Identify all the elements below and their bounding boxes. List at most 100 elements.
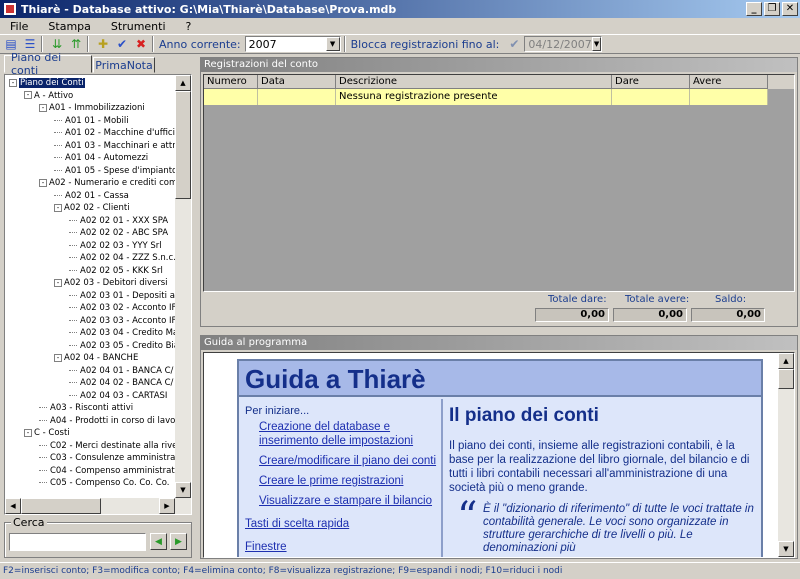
hscroll-thumb[interactable] [21, 498, 101, 514]
tree-node[interactable]: -C - Costi [5, 427, 175, 440]
chevron-down-icon[interactable]: ▼ [325, 37, 340, 51]
tree-node-label: A02 02 - Clienti [64, 203, 130, 213]
tree-node[interactable]: A02 02 03 - YYY Srl [5, 240, 175, 253]
tree-node[interactable]: -A - Attivo [5, 90, 175, 103]
app-icon[interactable] [3, 2, 17, 16]
add-icon[interactable]: ✚ [95, 36, 111, 52]
scroll-down-icon[interactable]: ▼ [778, 541, 794, 557]
link-creazione-database[interactable]: Creazione del database e inserimento del… [259, 420, 441, 448]
article-quote: “ È il "dizionario di riferimento" di tu… [449, 497, 759, 555]
restore-button[interactable]: ❐ [764, 2, 780, 16]
tree-node[interactable]: A04 - Prodotti in corso di lavora [5, 415, 175, 428]
close-button[interactable]: ✕ [782, 2, 798, 16]
collapse-icon[interactable]: - [54, 278, 62, 287]
tab-piano-dei-conti[interactable]: Piano dei conti [4, 51, 92, 77]
tree-node[interactable]: A01 02 - Macchine d'ufficio [5, 127, 175, 140]
tree-node[interactable]: - A01 - Immobilizzazioni [5, 102, 175, 115]
collapse-icon[interactable]: - [54, 353, 62, 362]
tree-node-label: A02 04 - BANCHE [64, 353, 139, 363]
guida-content[interactable]: Guida a Thiarè Per iniziare... Creazione… [203, 352, 795, 558]
link-prime-registrazioni[interactable]: Creare le prime registrazioni [259, 474, 441, 488]
sort-up-icon[interactable]: ⇈ [68, 36, 84, 52]
tree-node[interactable]: C04 - Compenso amministratore [5, 465, 175, 478]
collapse-icon[interactable]: - [54, 203, 62, 212]
search-prev-button[interactable]: ◀ [150, 533, 167, 550]
tree-node[interactable]: A02 03 05 - Credito Bia [5, 340, 175, 353]
collapse-icon[interactable]: - [9, 78, 17, 87]
tree-node[interactable]: A02 02 01 - XXX SPA [5, 215, 175, 228]
menu-file[interactable]: File [0, 20, 38, 33]
table-row[interactable]: Nessuna registrazione presente [204, 89, 768, 105]
guida-scroll-thumb[interactable] [778, 369, 794, 389]
tree-node[interactable]: A02 02 04 - ZZZ S.n.c. [5, 252, 175, 265]
link-tasti-rapidi[interactable]: Tasti di scelta rapida [245, 517, 441, 531]
tree-node[interactable]: C03 - Consulenze amministrativ [5, 452, 175, 465]
chevron-down-icon[interactable]: ▼ [591, 37, 602, 51]
tree-node[interactable]: A02 02 05 - KKK Srl [5, 265, 175, 278]
scroll-thumb[interactable] [175, 91, 191, 199]
tree-node[interactable]: A02 03 01 - Depositi att [5, 290, 175, 303]
menu-stampa[interactable]: Stampa [38, 20, 100, 33]
scroll-left-icon[interactable]: ◀ [5, 498, 21, 514]
anno-select[interactable]: 2007 ▼ [244, 36, 341, 52]
tree-horizontal-scrollbar[interactable]: ◀ ▶ [5, 498, 175, 514]
collapse-icon[interactable]: - [24, 91, 32, 99]
tree-node[interactable]: A02 03 03 - Acconto IF [5, 315, 175, 328]
tree-line [54, 157, 62, 158]
cerca-group: Cerca ◀ ▶ [4, 516, 192, 558]
collapse-icon[interactable]: - [39, 178, 47, 187]
tree-node[interactable]: A01 01 - Mobili [5, 115, 175, 128]
col-data[interactable]: Data [258, 75, 336, 89]
scroll-up-icon[interactable]: ▲ [175, 75, 191, 91]
guida-scrollbar[interactable]: ▲ ▼ [778, 353, 794, 557]
tree-node[interactable]: A01 05 - Spese d'impianto [5, 165, 175, 178]
link-finestre[interactable]: Finestre [245, 540, 441, 554]
delete-icon[interactable]: ✖ [133, 36, 149, 52]
accounts-tree[interactable]: - Piano dei Conti - A - Attivo - A01 - Immobi… [4, 74, 192, 515]
collapse-icon[interactable]: - [39, 103, 47, 112]
tree-node[interactable]: - Piano dei Conti [5, 77, 175, 90]
scroll-up-icon[interactable]: ▲ [778, 353, 794, 369]
tree-node[interactable]: C05 - Compenso Co. Co. Co. [5, 477, 175, 490]
minimize-button[interactable]: _ [746, 2, 762, 16]
guida-article: Il piano dei conti Il piano dei conti, i… [449, 399, 759, 555]
link-piano-conti[interactable]: Creare/modificare il piano dei conti [259, 454, 441, 468]
menu-help[interactable]: ? [176, 20, 202, 33]
col-dare[interactable]: Dare [612, 75, 690, 89]
tree-node[interactable]: A02 03 02 - Acconto IF [5, 302, 175, 315]
scroll-right-icon[interactable]: ▶ [159, 498, 175, 514]
tree-node[interactable]: A02 01 - Cassa [5, 190, 175, 203]
tree-node[interactable]: - A02 03 - Debitori diversi [5, 277, 175, 290]
tree-node[interactable]: A02 04 01 - BANCA C/ [5, 365, 175, 378]
tree-node[interactable]: A01 03 - Macchinari e attre [5, 140, 175, 153]
tree-node[interactable]: A02 04 03 - CARTASI [5, 390, 175, 403]
col-descrizione[interactable]: Descrizione [336, 75, 612, 89]
tree-node[interactable]: A03 - Risconti attivi [5, 402, 175, 415]
tree-node[interactable]: - A02 04 - BANCHE [5, 352, 175, 365]
menu-strumenti[interactable]: Strumenti [101, 20, 176, 33]
col-avere[interactable]: Avere [690, 75, 768, 89]
tree-node[interactable]: A02 04 02 - BANCA C/ [5, 377, 175, 390]
cerca-input[interactable] [9, 533, 146, 551]
tree-node-label: C04 - Compenso amministratore [50, 465, 175, 476]
blocca-date-select[interactable]: 04/12/2007 ▼ [524, 36, 603, 52]
tree-node[interactable]: - A02 - Numerario e crediti comm [5, 177, 175, 190]
tree-node[interactable]: A02 03 04 - Credito Ma [5, 327, 175, 340]
link-bilancio[interactable]: Visualizzare e stampare il bilancio [259, 494, 441, 508]
tab-prima-nota[interactable]: PrimaNota [93, 57, 155, 73]
tree-node[interactable]: A01 04 - Automezzi [5, 152, 175, 165]
col-numero[interactable]: Numero [204, 75, 258, 89]
check-icon[interactable]: ✔ [114, 36, 130, 52]
tree-node[interactable]: A02 02 02 - ABC SPA [5, 227, 175, 240]
scroll-down-icon[interactable]: ▼ [175, 482, 191, 498]
tree-node[interactable]: C02 - Merci destinate alla riven [5, 440, 175, 453]
collapse-icon[interactable]: - [24, 428, 32, 437]
list-view-icon[interactable]: ☰ [22, 36, 38, 52]
tree-vertical-scrollbar[interactable]: ▲ ▼ [175, 75, 191, 514]
sort-down-icon[interactable]: ⇊ [49, 36, 65, 52]
tree-view-icon[interactable]: ▤ [3, 36, 19, 52]
tree-line [39, 407, 47, 408]
tree-node[interactable]: - A02 02 - Clienti [5, 202, 175, 215]
registrazioni-grid[interactable]: Numero Data Descrizione Dare Avere Nessu… [203, 74, 795, 292]
search-next-button[interactable]: ▶ [170, 533, 187, 550]
